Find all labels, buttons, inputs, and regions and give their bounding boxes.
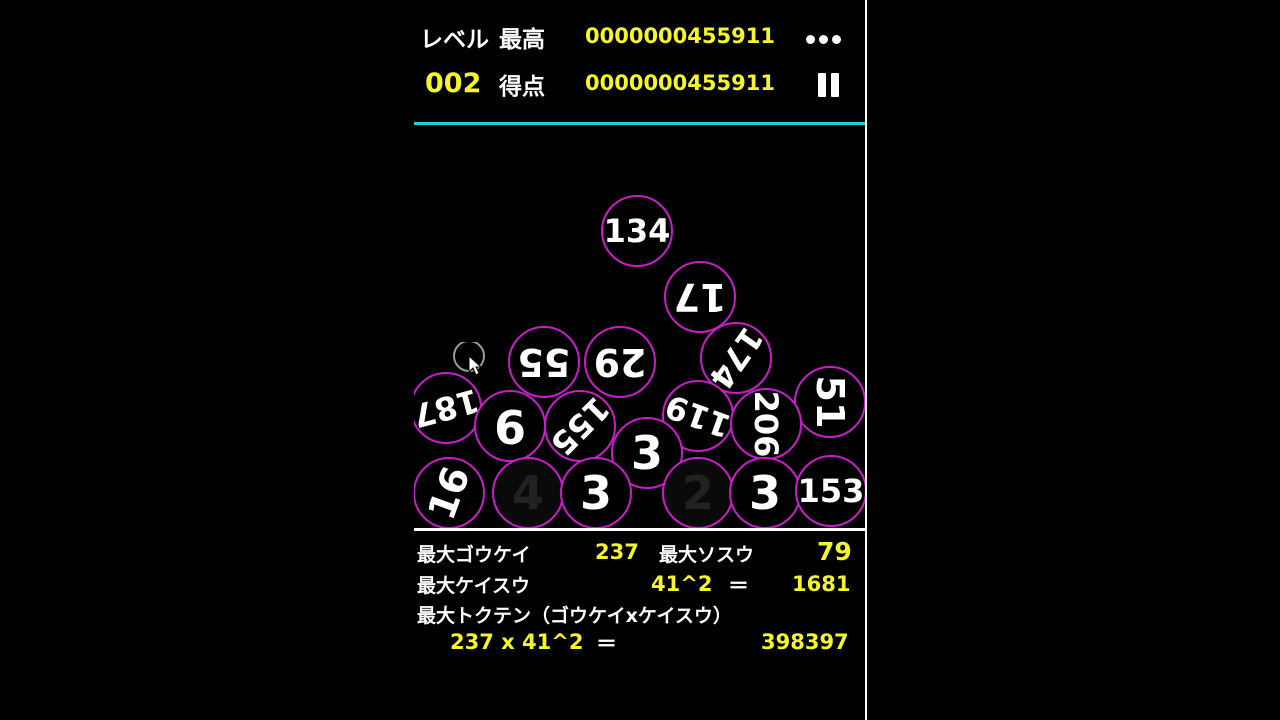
level-label: レベル: [420, 27, 489, 53]
ball-16[interactable]: 16: [414, 457, 485, 528]
ball-2[interactable]: 2: [662, 457, 734, 528]
ball-4[interactable]: 4: [492, 457, 564, 528]
ball-number: 3: [580, 466, 612, 520]
score-label: 得点: [499, 74, 545, 100]
score-value: 0000000455911: [585, 71, 775, 95]
ball-number: 51: [808, 376, 852, 429]
pause-icon[interactable]: [818, 73, 842, 97]
max-coef-value: 1681: [792, 572, 851, 596]
ball-155[interactable]: 155: [543, 389, 617, 463]
level-value: 002: [425, 68, 482, 99]
bottom-boundary-line: [414, 528, 865, 531]
ball-number: 17: [674, 275, 727, 319]
ball-17[interactable]: 17: [664, 261, 736, 333]
ball-9[interactable]: 9: [474, 390, 546, 462]
ball-55[interactable]: 55: [508, 326, 580, 398]
max-prime-value: 79: [817, 537, 852, 566]
max-coef-label: 最大ケイスウ: [417, 575, 531, 597]
ball-number: 2: [682, 466, 714, 520]
ball-number: 3: [631, 426, 663, 480]
ball-number: 155: [543, 389, 617, 463]
ball-number: 9: [494, 399, 526, 453]
max-coef-expr: 41^2: [651, 572, 713, 596]
max-sum-value: 237: [595, 540, 639, 564]
ball-number: 134: [604, 212, 671, 250]
max-score-value: 398397: [761, 630, 849, 654]
max-score-equals: ＝: [596, 632, 617, 656]
ball-134[interactable]: 134: [601, 195, 673, 267]
ball-number: 29: [594, 340, 647, 384]
game-screen: レベル 最高 0000000455911 002 得点 000000045591…: [414, 0, 865, 720]
best-label: 最高: [499, 27, 545, 53]
mouse-cursor-icon: [453, 342, 485, 376]
ball-number: 3: [749, 466, 781, 520]
ball-number: 4: [512, 466, 544, 520]
more-dots-icon[interactable]: [806, 30, 846, 48]
best-score-value: 0000000455911: [585, 24, 775, 48]
ball-153[interactable]: 153: [795, 455, 865, 527]
max-prime-label: 最大ソスウ: [659, 544, 755, 566]
right-divider: [865, 0, 867, 720]
ball-51[interactable]: 51: [794, 366, 865, 438]
ball-field[interactable]: 1341755 29 174187 519 155 119 206316 4 3 2 3 153: [414, 125, 865, 528]
ball-29[interactable]: 29: [584, 326, 656, 398]
max-coef-equals: ＝: [728, 574, 749, 598]
ball-number: 55: [518, 340, 571, 384]
ball-number: 153: [798, 472, 865, 510]
ball-3[interactable]: 3: [729, 457, 801, 528]
ball-number: 206: [747, 391, 785, 458]
max-sum-label: 最大ゴウケイ: [417, 544, 531, 566]
max-score-expr: 237 x 41^2: [450, 630, 584, 654]
max-score-label: 最大トクテン（ゴウケイxケイスウ）: [417, 605, 732, 627]
ball-206[interactable]: 206: [730, 388, 802, 460]
ball-3[interactable]: 3: [560, 457, 632, 528]
